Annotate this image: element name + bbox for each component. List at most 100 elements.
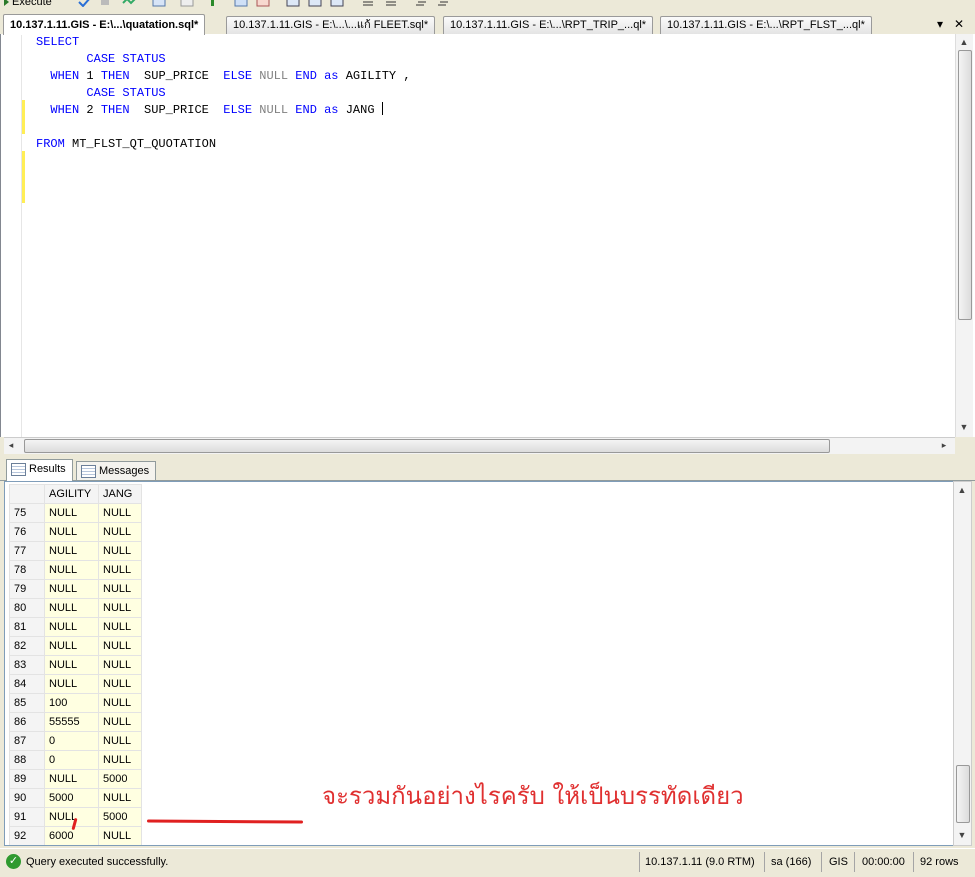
jang-cell[interactable]: NULL: [98, 598, 142, 618]
jang-cell[interactable]: NULL: [98, 560, 142, 580]
row-number-cell[interactable]: 80: [9, 598, 45, 618]
agility-cell[interactable]: NULL: [44, 541, 99, 561]
table-row[interactable]: 81 NULL NULL: [9, 617, 142, 637]
jang-cell[interactable]: NULL: [98, 503, 142, 523]
table-row[interactable]: 86 55555 NULL: [9, 712, 142, 732]
row-number-cell[interactable]: 84: [9, 674, 45, 694]
agility-cell[interactable]: NULL: [44, 674, 99, 694]
agility-cell[interactable]: NULL: [44, 503, 99, 523]
row-number-cell[interactable]: 83: [9, 655, 45, 675]
tab-messages[interactable]: Messages: [76, 461, 157, 480]
row-number-cell[interactable]: 81: [9, 617, 45, 637]
tab-dropdown-icon[interactable]: ▾: [933, 17, 947, 31]
row-number-cell[interactable]: 87: [9, 731, 45, 751]
column-header-jang[interactable]: JANG: [98, 484, 142, 504]
agility-cell[interactable]: NULL: [44, 655, 99, 675]
agility-cell[interactable]: 5000: [44, 788, 99, 808]
table-row[interactable]: 90 5000 NULL: [9, 788, 142, 808]
scroll-down-icon[interactable]: ▼: [955, 828, 969, 842]
table-row[interactable]: 78 NULL NULL: [9, 560, 142, 580]
table-row[interactable]: 77 NULL NULL: [9, 541, 142, 561]
row-number-cell[interactable]: 89: [9, 769, 45, 789]
scroll-down-icon[interactable]: ▼: [957, 420, 971, 434]
agility-cell[interactable]: 55555: [44, 712, 99, 732]
agility-cell[interactable]: 0: [44, 750, 99, 770]
jang-cell[interactable]: NULL: [98, 541, 142, 561]
decrease-indent-icon[interactable]: [362, 0, 375, 7]
agility-cell[interactable]: NULL: [44, 579, 99, 599]
jang-cell[interactable]: NULL: [98, 674, 142, 694]
row-number-cell[interactable]: 85: [9, 693, 45, 713]
jang-cell[interactable]: 5000: [98, 807, 142, 827]
close-tab-icon[interactable]: ✕: [952, 17, 966, 31]
tab-fleet[interactable]: 10.137.1.11.GIS - E:\...\...แก้ FLEET.sq…: [226, 16, 436, 34]
jang-cell[interactable]: NULL: [98, 522, 142, 542]
jang-cell[interactable]: NULL: [98, 788, 142, 808]
table-row[interactable]: 80 NULL NULL: [9, 598, 142, 618]
include-plan-icon[interactable]: [180, 0, 194, 7]
row-number-cell[interactable]: 78: [9, 560, 45, 580]
jang-cell[interactable]: NULL: [98, 750, 142, 770]
jang-cell[interactable]: NULL: [98, 731, 142, 751]
agility-cell[interactable]: NULL: [44, 560, 99, 580]
sql-editor[interactable]: SELECT CASE STATUS WHEN 1 THEN SUP_PRICE…: [0, 34, 975, 437]
scroll-up-icon[interactable]: ▲: [955, 483, 969, 497]
table-row[interactable]: 89 NULL 5000: [9, 769, 142, 789]
scroll-left-icon[interactable]: ◂: [4, 438, 18, 452]
row-number-cell[interactable]: 82: [9, 636, 45, 656]
row-number-cell[interactable]: 88: [9, 750, 45, 770]
row-number-cell[interactable]: 75: [9, 503, 45, 523]
agility-cell[interactable]: NULL: [44, 636, 99, 656]
results-to-file-icon[interactable]: [256, 0, 270, 7]
specify-values-icon[interactable]: [415, 0, 428, 7]
agility-cell[interactable]: NULL: [44, 617, 99, 637]
jang-cell[interactable]: NULL: [98, 826, 142, 845]
scroll-right-icon[interactable]: ▸: [937, 438, 951, 452]
tab-results[interactable]: Results: [6, 459, 73, 481]
table-row[interactable]: 75 NULL NULL: [9, 503, 142, 523]
tab-rpt-trip[interactable]: 10.137.1.11.GIS - E:\...\RPT_TRIP_...ql*: [443, 16, 654, 34]
editor-vertical-scrollbar[interactable]: ▲ ▼: [955, 34, 973, 437]
execute-button[interactable]: Execute: [4, 0, 52, 8]
tab-rpt-flst[interactable]: 10.137.1.11.GIS - E:\...\RPT_FLST_...ql*: [660, 16, 872, 34]
uncomment-icon[interactable]: [330, 0, 344, 7]
table-row[interactable]: 92 6000 NULL: [9, 826, 142, 845]
query-options-icon[interactable]: [122, 0, 136, 7]
row-number-cell[interactable]: 76: [9, 522, 45, 542]
grid-vertical-scrollbar[interactable]: ▲ ▼: [953, 481, 972, 846]
agility-cell[interactable]: NULL: [44, 769, 99, 789]
column-header-agility[interactable]: AGILITY: [44, 484, 99, 504]
agility-cell[interactable]: NULL: [44, 598, 99, 618]
jang-cell[interactable]: NULL: [98, 712, 142, 732]
row-number-cell[interactable]: 77: [9, 541, 45, 561]
agility-cell[interactable]: NULL: [44, 807, 99, 827]
row-number-header[interactable]: [9, 484, 45, 504]
table-row[interactable]: 82 NULL NULL: [9, 636, 142, 656]
row-number-cell[interactable]: 79: [9, 579, 45, 599]
jang-cell[interactable]: NULL: [98, 617, 142, 637]
agility-cell[interactable]: NULL: [44, 522, 99, 542]
jang-cell[interactable]: NULL: [98, 579, 142, 599]
scroll-up-icon[interactable]: ▲: [957, 35, 971, 49]
scroll-thumb[interactable]: [24, 439, 830, 453]
tab-quatation[interactable]: 10.137.1.11.GIS - E:\...\quatation.sql*: [3, 14, 206, 35]
table-row[interactable]: 83 NULL NULL: [9, 655, 142, 675]
row-number-cell[interactable]: 90: [9, 788, 45, 808]
table-row[interactable]: 76 NULL NULL: [9, 522, 142, 542]
increase-indent-icon[interactable]: [385, 0, 398, 7]
scroll-thumb[interactable]: [958, 50, 972, 320]
jang-cell[interactable]: NULL: [98, 693, 142, 713]
scroll-thumb[interactable]: [956, 765, 970, 823]
table-row[interactable]: 88 0 NULL: [9, 750, 142, 770]
client-stats-icon[interactable]: [210, 0, 223, 7]
table-row[interactable]: 85 100 NULL: [9, 693, 142, 713]
display-plan-icon[interactable]: [152, 0, 166, 7]
row-number-cell[interactable]: 92: [9, 826, 45, 845]
jang-cell[interactable]: 5000: [98, 769, 142, 789]
jang-cell[interactable]: NULL: [98, 655, 142, 675]
comment-icon[interactable]: [308, 0, 322, 7]
cancel-query-icon[interactable]: [100, 0, 113, 7]
parse-check-icon[interactable]: [78, 0, 91, 8]
jang-cell[interactable]: NULL: [98, 636, 142, 656]
toolbar-overflow-icon[interactable]: [437, 0, 450, 7]
